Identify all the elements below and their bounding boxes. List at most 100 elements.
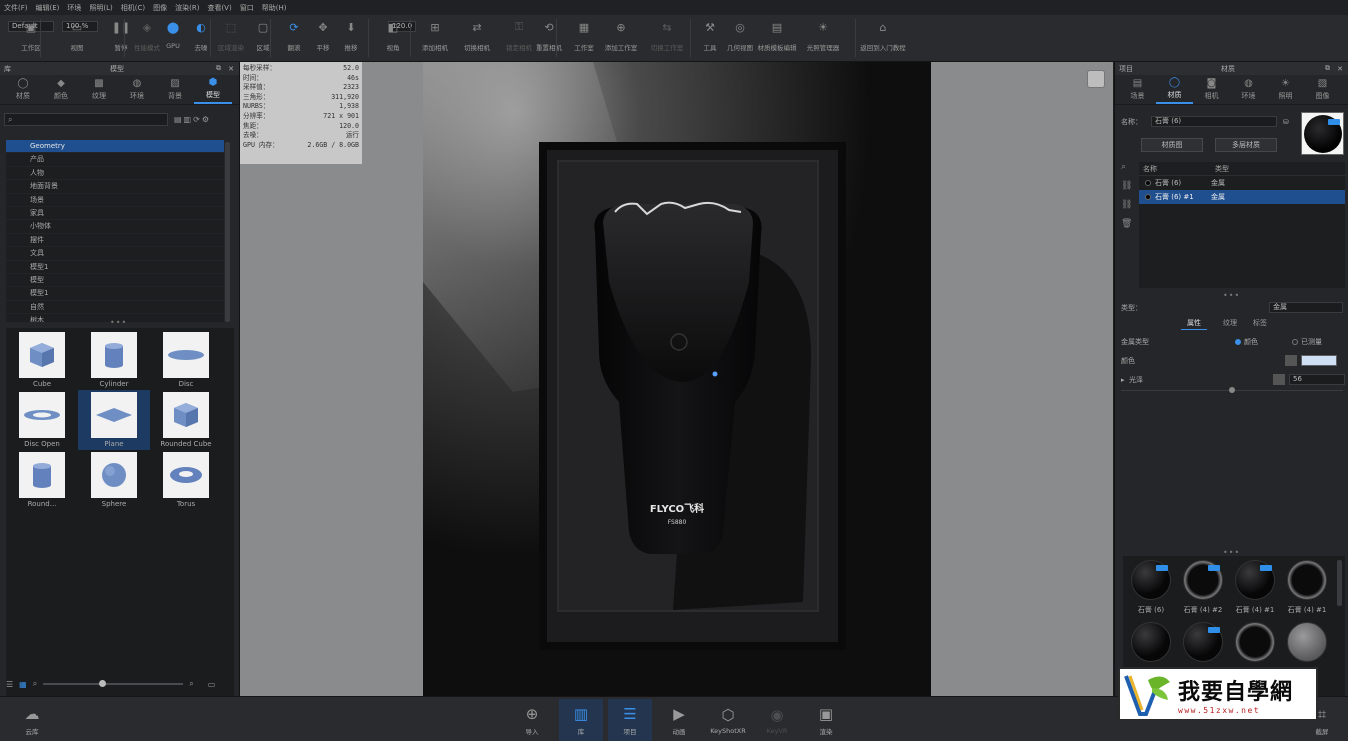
- tree-item[interactable]: 地面背景: [6, 180, 224, 194]
- menu-item-6[interactable]: 渲染(R): [175, 3, 199, 13]
- toolbar-button-6[interactable]: ⬚ 区域渲染: [214, 15, 248, 59]
- folder-tools-icon[interactable]: ▤▥⟳⚙: [174, 115, 211, 124]
- folder-icon[interactable]: ▭: [208, 680, 216, 689]
- tree-item[interactable]: 模型: [6, 274, 224, 288]
- gloss-slider-track[interactable]: [1121, 387, 1343, 393]
- ribbon-button-keyshotxr[interactable]: ⬡ KeyShotXR: [706, 699, 750, 741]
- tree-item[interactable]: 小物体: [6, 220, 224, 234]
- tab-3[interactable]: ◍ 环境: [1230, 75, 1267, 104]
- menu-item-2[interactable]: 环境: [67, 3, 81, 13]
- zoom-in-icon[interactable]: ⌕: [189, 679, 193, 689]
- menu-item-0[interactable]: 文件(F): [4, 3, 28, 13]
- menu-item-8[interactable]: 窗口: [240, 3, 254, 13]
- toolbar-button-11[interactable]: ◧ 视角: [376, 15, 410, 59]
- splitter-handle[interactable]: •••: [1223, 291, 1240, 300]
- tree-item[interactable]: 产品: [6, 153, 224, 167]
- float-icon[interactable]: ⧉: [216, 64, 221, 73]
- tab-4[interactable]: ☀ 照明: [1267, 75, 1304, 104]
- model-item-cube[interactable]: Cube: [6, 330, 78, 390]
- project-material-thumb[interactable]: 石膏 (4) #2: [1177, 560, 1229, 622]
- tab-5[interactable]: ⬢ 模型: [194, 75, 232, 104]
- tab-0[interactable]: ◯ 材质: [4, 75, 42, 104]
- menu-item-5[interactable]: 图像: [153, 3, 167, 13]
- toolbar-button-21[interactable]: ▤ 材质模板编辑: [758, 15, 797, 59]
- toolbar-button-13[interactable]: ⇄ 切换相机: [460, 15, 494, 59]
- thumbnail-size-slider[interactable]: [43, 680, 184, 687]
- grid-view-icon[interactable]: ▦: [19, 680, 27, 689]
- tree-item[interactable]: 模型1: [6, 261, 224, 274]
- menu-item-1[interactable]: 编辑(E): [36, 3, 60, 13]
- material-row[interactable]: 石膏 (6) #1 金属: [1139, 190, 1345, 204]
- menu-item-9[interactable]: 帮助(H): [262, 3, 287, 13]
- tree-item[interactable]: 自然: [6, 301, 224, 315]
- toolbar-button-16[interactable]: ▦ 工作室: [567, 15, 601, 59]
- project-material-thumb[interactable]: 石膏 (4) #1: [1281, 560, 1333, 622]
- ribbon-button-import[interactable]: ⊕ 导入: [510, 699, 554, 741]
- project-material-thumb[interactable]: 石膏 (4) #1: [1229, 560, 1281, 622]
- toolbar-button-7[interactable]: ▢ 区域: [246, 15, 280, 59]
- link-icon[interactable]: ⛓: [1121, 181, 1133, 191]
- radio-measured[interactable]: [1292, 339, 1298, 345]
- ribbon-button-animation[interactable]: ▶ 动画: [657, 699, 701, 741]
- material-name-input[interactable]: 石膏 (6): [1151, 116, 1277, 127]
- ribbon-button-keyvr[interactable]: ◉ KeyVR: [755, 699, 799, 741]
- unlink-icon[interactable]: ⛓: [1121, 200, 1133, 210]
- gloss-input[interactable]: 56: [1289, 374, 1345, 385]
- tab-textures[interactable]: 纹理: [1223, 318, 1237, 330]
- toolbar-button-23[interactable]: ⌂ 返回到入门教程: [860, 15, 906, 59]
- radio-color[interactable]: [1235, 339, 1241, 345]
- real-time-viewport[interactable]: 每秒采样： 52.0 时间： 46s 采样值： 2323 三角形： 311,920 NURBS：…: [240, 62, 1113, 696]
- tree-item[interactable]: 文具: [6, 247, 224, 261]
- render-view[interactable]: FLYCO飞科 FS880: [423, 62, 931, 696]
- tab-3[interactable]: ◍ 环境: [118, 75, 156, 104]
- tab-2[interactable]: ▩ 纹理: [80, 75, 118, 104]
- menu-item-7[interactable]: 查看(V): [207, 3, 231, 13]
- toolbar-button-1[interactable]: ▭ 视图: [60, 15, 94, 59]
- model-item-torus[interactable]: Torus: [150, 450, 222, 510]
- tab-0[interactable]: ▤ 场景: [1119, 75, 1156, 104]
- tab-properties[interactable]: 属性: [1181, 318, 1207, 330]
- tab-5[interactable]: ▧ 图像: [1304, 75, 1341, 104]
- model-item-disc[interactable]: Disc: [150, 330, 222, 390]
- model-item-sphere[interactable]: Sphere: [78, 450, 150, 510]
- column-type[interactable]: 类型: [1211, 162, 1229, 175]
- toolbar-button-10[interactable]: ⬇ 推移: [334, 15, 368, 59]
- material-graph-button[interactable]: 材质图: [1141, 138, 1203, 152]
- texture-slot-icon[interactable]: [1285, 355, 1297, 366]
- ribbon-button-project[interactable]: ☰ 项目: [608, 699, 652, 741]
- multi-material-button[interactable]: 多层材质: [1215, 138, 1277, 152]
- type-select[interactable]: 金属: [1269, 302, 1343, 313]
- model-item-cylinder[interactable]: Cylinder: [78, 330, 150, 390]
- model-item-plane[interactable]: Plane: [78, 390, 150, 450]
- ribbon-button-render[interactable]: ▣ 渲染: [804, 699, 848, 741]
- tree-item[interactable]: Geometry: [6, 140, 224, 154]
- ribbon-button-library[interactable]: ▥ 库: [559, 699, 603, 741]
- color-swatch[interactable]: [1301, 355, 1337, 366]
- search-input[interactable]: ⌕: [4, 112, 168, 126]
- toolbar-button-22[interactable]: ☀ 光照管理器: [806, 15, 840, 59]
- tab-4[interactable]: ▨ 背景: [156, 75, 194, 104]
- tab-2[interactable]: ◙ 相机: [1193, 75, 1230, 104]
- ribbon-button-cloud-library[interactable]: ☁ 云库: [10, 699, 54, 741]
- toolbar-button-12[interactable]: ⊞ 添加相机: [418, 15, 452, 59]
- toolbar-button-18[interactable]: ⇆ 切换工作室: [650, 15, 684, 59]
- tree-scrollbar[interactable]: [225, 142, 230, 322]
- model-item-disc-open[interactable]: Disc Open: [6, 390, 78, 450]
- tab-labels[interactable]: 标签: [1253, 318, 1267, 330]
- tree-item[interactable]: 人物: [6, 167, 224, 181]
- tree-item[interactable]: 摆件: [6, 234, 224, 248]
- toolbar-button-5[interactable]: ◐ 去噪: [184, 15, 218, 59]
- material-preview[interactable]: [1301, 112, 1344, 155]
- model-item-cube[interactable]: Rounded Cube: [150, 390, 222, 450]
- texture-slot-icon[interactable]: [1273, 374, 1285, 385]
- zoom-out-icon[interactable]: ⌕: [33, 679, 37, 689]
- model-item-cylinder[interactable]: Round...: [6, 450, 78, 510]
- float-icon[interactable]: ⧉: [1325, 64, 1330, 73]
- project-material-thumb[interactable]: 石膏 (6): [1125, 560, 1177, 622]
- tree-item[interactable]: 场景: [6, 194, 224, 207]
- search-icon[interactable]: ⌕: [1121, 162, 1133, 172]
- toolbar-button-17[interactable]: ⊕ 添加工作室: [604, 15, 638, 59]
- tab-1[interactable]: ◯ 材质: [1156, 75, 1193, 104]
- tree-item[interactable]: 家具: [6, 207, 224, 221]
- tree-item[interactable]: 模型1: [6, 287, 224, 301]
